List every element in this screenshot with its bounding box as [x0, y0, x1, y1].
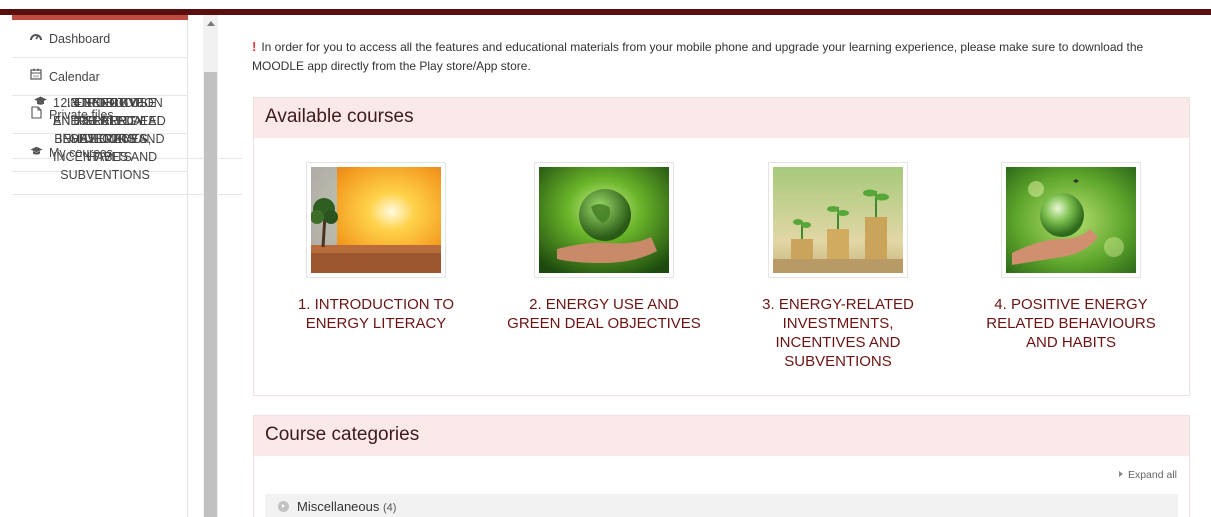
course-categories-card: Course categories Expand all Miscellaneo… [253, 415, 1190, 517]
expand-all-link[interactable]: Expand all [1118, 469, 1177, 481]
course-image-3[interactable] [768, 162, 908, 278]
graduation-cap-icon [33, 94, 47, 112]
category-row-miscellaneous[interactable]: Miscellaneous (4) [265, 494, 1178, 517]
sidebar-nav: Dashboard Calendar Private files My cour… [12, 15, 242, 517]
hand-globe-image [539, 167, 669, 273]
course-categories-heading: Course categories [254, 416, 1189, 456]
app-download-notice: ! In order for you to access all the feat… [252, 37, 1197, 76]
hand-glass-globe-image [1006, 167, 1136, 273]
category-count: (4) [383, 502, 397, 514]
category-name: Miscellaneous [297, 499, 380, 514]
sidebar-item-label: Dashboard [49, 32, 111, 46]
course-title-4[interactable]: 4. POSITIVE ENERGY RELATED BEHAVIOURS AN… [956, 295, 1186, 352]
course-card-1[interactable]: 1. INTRODUCTION TO ENERGY LITERACY [261, 162, 491, 333]
nav-list: Dashboard Calendar Private files My cour… [12, 20, 242, 195]
course-image-4[interactable] [1001, 162, 1141, 278]
sidebar-course-label: 4. POSITIVE ENERGY RELATED BEHAVIOURS AN… [53, 96, 166, 164]
tree-sunset-image [311, 167, 441, 273]
scroll-up-arrow-icon[interactable] [203, 17, 218, 31]
caret-right-icon [1118, 471, 1123, 477]
dashboard-icon [29, 30, 43, 48]
notice-text-line1: In order for you to access all the featu… [261, 40, 1144, 54]
coins-plants-image [773, 167, 903, 273]
course-title-1[interactable]: 1. INTRODUCTION TO ENERGY LITERACY [261, 295, 491, 333]
course-card-3[interactable]: 3. ENERGY-RELATED INVESTMENTS, INCENTIVE… [723, 162, 953, 371]
sidebar-item-dashboard[interactable]: Dashboard [12, 20, 188, 58]
alert-icon: ! [252, 39, 257, 54]
course-image-1[interactable] [306, 162, 446, 278]
scroll-thumb[interactable] [204, 72, 217, 517]
course-title-2[interactable]: 2. ENERGY USE AND GREEN DEAL OBJECTIVES [489, 295, 719, 333]
course-card-2[interactable]: 2. ENERGY USE AND GREEN DEAL OBJECTIVES [489, 162, 719, 333]
expand-all-label: Expand all [1127, 469, 1177, 481]
course-card-4[interactable]: 4. POSITIVE ENERGY RELATED BEHAVIOURS AN… [956, 162, 1186, 352]
expand-circle-icon[interactable] [278, 501, 289, 512]
available-courses-heading: Available courses [254, 98, 1189, 138]
sidebar-scrollbar[interactable] [203, 15, 218, 517]
available-courses-card: Available courses 1. INTRODUCTION TO ENE… [253, 97, 1190, 396]
course-title-3[interactable]: 3. ENERGY-RELATED INVESTMENTS, INCENTIVE… [723, 295, 953, 371]
course-image-2[interactable] [534, 162, 674, 278]
notice-text-line2: MOODLE app directly from the Play store/… [252, 59, 531, 73]
